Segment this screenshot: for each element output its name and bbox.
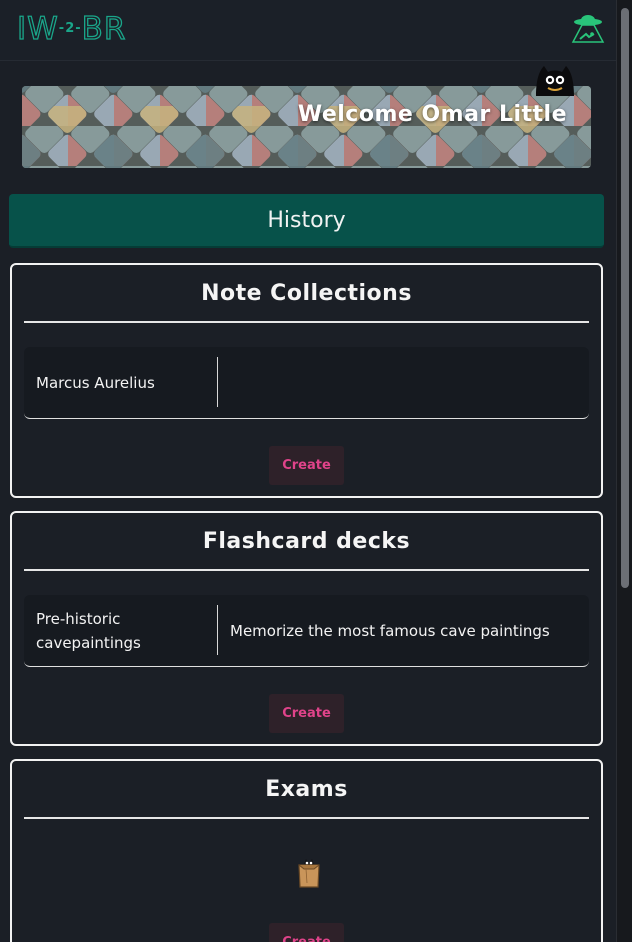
column-divider [217, 357, 218, 407]
card-divider [24, 569, 589, 571]
top-bar: IW-2-BR [0, 0, 616, 61]
exams-card: Exams Create [10, 759, 603, 942]
scrollbar-thumb[interactable] [621, 8, 629, 588]
item-description [230, 347, 579, 419]
exams-title: Exams [265, 777, 348, 802]
column-divider [217, 605, 218, 655]
item-name: Pre-historic cavepaintings [36, 610, 141, 652]
card-divider [24, 817, 589, 819]
flashcard-decks-card: Flashcard decks Pre-historic cavepaintin… [10, 511, 603, 746]
ufo-abduction-icon[interactable] [570, 12, 606, 44]
item-name: Marcus Aurelius [36, 374, 155, 392]
list-item[interactable]: Marcus Aurelius [24, 347, 589, 419]
welcome-text: Welcome Omar Little [297, 102, 567, 127]
create-note-collection-button[interactable]: Create [269, 446, 344, 485]
flashcard-decks-title: Flashcard decks [202, 529, 411, 554]
list-item[interactable]: Pre-historic cavepaintings Memorize the … [24, 595, 589, 667]
logo-left-text: IW [16, 10, 59, 47]
create-flashcard-deck-button[interactable]: Create [269, 694, 344, 733]
note-collections-title: Note Collections [201, 281, 412, 306]
card-divider [24, 321, 589, 323]
peeking-cat-icon [536, 66, 574, 96]
paper-bag-cat-icon [298, 859, 320, 888]
note-collections-card: Note Collections Marcus Aurelius Create [10, 263, 603, 498]
item-description: Memorize the most famous cave paintings [230, 622, 550, 640]
tile-pattern-image [22, 86, 591, 168]
welcome-banner: Welcome Omar Little [22, 86, 591, 168]
app-logo[interactable]: IW-2-BR [16, 10, 127, 50]
app-page: IW-2-BR Welcome Omar Little History Note… [0, 0, 632, 942]
logo-right-text: BR [81, 10, 127, 47]
logo-mid-text: -2- [58, 20, 82, 36]
history-button[interactable]: History [9, 194, 604, 248]
create-exam-button[interactable]: Create [269, 923, 344, 942]
page-scrollbar[interactable] [616, 0, 632, 942]
